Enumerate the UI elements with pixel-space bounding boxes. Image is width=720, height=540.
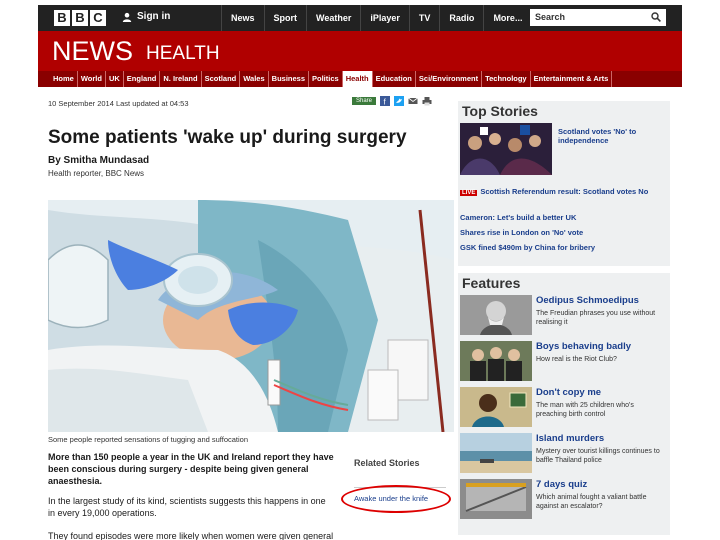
nav-news[interactable]: News — [221, 5, 264, 31]
top-story-link[interactable]: Shares rise in London on 'No' vote — [460, 228, 583, 237]
article-paragraph: They found episodes were more likely whe… — [48, 531, 334, 540]
related-stories-title: Related Stories — [354, 458, 420, 468]
article-paragraph: In the largest study of its kind, scient… — [48, 496, 326, 518]
top-story-link[interactable]: LIVE Scottish Referendum result: Scotland… — [460, 187, 666, 196]
section-nav: Home World UK England N. Ireland Scotlan… — [38, 71, 682, 87]
feature-item[interactable]: Boys behaving badly How real is the Riot… — [458, 341, 670, 389]
subnav-wales[interactable]: Wales — [240, 71, 269, 87]
feature-description: The man with 25 children who's preaching… — [536, 402, 634, 418]
bbc-logo[interactable]: B B C — [54, 10, 106, 26]
subnav-n-ireland[interactable]: N. Ireland — [160, 71, 202, 87]
feature-title: Boys behaving badly — [536, 341, 632, 352]
feature-title: Oedipus Schmoedipus — [536, 295, 639, 306]
feature-thumbnail — [460, 295, 532, 335]
nav-sport[interactable]: Sport — [263, 5, 307, 31]
article-headline: Some patients 'wake up' during surgery — [48, 127, 407, 148]
subnav-education[interactable]: Education — [373, 71, 416, 87]
email-icon[interactable] — [408, 96, 418, 106]
nav-radio[interactable]: Radio — [439, 5, 483, 31]
nav-more[interactable]: More... — [483, 5, 531, 31]
top-stories-box: Top Stories Scotland votes 'No' to indep… — [458, 101, 670, 266]
feature-thumbnail — [460, 479, 532, 519]
nav-weather[interactable]: Weather — [306, 5, 360, 31]
feature-description: The Freudian phrases you use without rea… — [536, 310, 656, 326]
crowd-photo — [460, 123, 552, 175]
nav-iplayer[interactable]: iPlayer — [360, 5, 409, 31]
features-box: Features Oedipus Schmoedipus The Freudia… — [458, 273, 670, 535]
share-bar: Share f — [352, 96, 432, 106]
feature-title: Island murders — [536, 433, 605, 444]
feature-item[interactable]: Don't copy me The man with 25 children w… — [458, 387, 670, 435]
top-story-image[interactable] — [460, 123, 552, 175]
user-icon — [122, 12, 132, 22]
search-icon[interactable] — [651, 12, 661, 22]
annotation-circle — [341, 485, 451, 513]
facebook-icon[interactable]: f — [380, 96, 391, 106]
feature-description: Which animal fought a valiant battle aga… — [536, 494, 647, 510]
top-story-lead-link[interactable]: Scotland votes 'No' to independence — [558, 127, 666, 145]
feature-thumbnail — [460, 433, 532, 473]
article-photo — [48, 200, 454, 432]
live-badge: LIVE — [460, 190, 478, 196]
feature-title: 7 days quiz — [536, 479, 588, 490]
sign-in-label: Sign in — [137, 11, 171, 22]
feature-description: Mystery over tourist killings continues … — [536, 448, 660, 464]
subnav-technology[interactable]: Technology — [482, 71, 531, 87]
subnav-politics[interactable]: Politics — [309, 71, 343, 87]
share-button[interactable]: Share — [352, 97, 377, 105]
masthead: B B C Sign in News Sport Weather iPlayer… — [38, 5, 682, 31]
bbc-news-page: B B C Sign in News Sport Weather iPlayer… — [38, 5, 682, 540]
top-nav: News Sport Weather iPlayer TV Radio More… — [221, 5, 531, 31]
feature-description: How real is the Riot Club? — [536, 356, 617, 363]
search-input[interactable]: Search — [530, 9, 666, 26]
subnav-home[interactable]: Home — [50, 71, 78, 87]
article-byline: By Smitha Mundasad — [48, 155, 150, 166]
top-story-link[interactable]: GSK fined $490m by China for bribery — [460, 243, 595, 252]
subnav-world[interactable]: World — [78, 71, 106, 87]
subnav-sci-environment[interactable]: Sci/Environment — [416, 71, 483, 87]
nav-tv[interactable]: TV — [408, 5, 440, 31]
top-story-text: Scottish Referendum result: Scotland vot… — [480, 187, 649, 196]
top-story-link[interactable]: Cameron: Let's build a better UK — [460, 213, 576, 222]
subnav-health[interactable]: Health — [342, 71, 373, 87]
sign-in-link[interactable]: Sign in — [122, 11, 170, 22]
logo-letter: B — [54, 10, 70, 26]
logo-letter: C — [90, 10, 106, 26]
subnav-business[interactable]: Business — [269, 71, 310, 87]
subnav-england[interactable]: England — [124, 71, 161, 87]
feature-thumbnail — [460, 341, 532, 381]
article-date: 10 September 2014 Last updated at 04:53 — [48, 99, 189, 108]
feature-item[interactable]: Island murders Mystery over tourist kill… — [458, 433, 670, 481]
print-icon[interactable] — [422, 96, 432, 106]
feature-item[interactable]: 7 days quiz Which animal fought a valian… — [458, 479, 670, 527]
photo-caption: Some people reported sensations of tuggi… — [48, 435, 249, 444]
twitter-icon[interactable] — [394, 96, 405, 106]
news-title[interactable]: NEWS — [52, 36, 133, 67]
feature-item[interactable]: Oedipus Schmoedipus The Freudian phrases… — [458, 295, 670, 343]
article-intro: More than 150 people a year in the UK an… — [48, 452, 334, 486]
top-stories-title: Top Stories — [462, 103, 538, 119]
feature-thumbnail — [460, 387, 532, 427]
logo-letter: B — [72, 10, 88, 26]
search-placeholder: Search — [535, 12, 566, 22]
subnav-uk[interactable]: UK — [106, 71, 124, 87]
author-role: Health reporter, BBC News — [48, 169, 145, 178]
subnav-scotland[interactable]: Scotland — [202, 71, 241, 87]
surgery-illustration — [48, 200, 454, 432]
section-banner: NEWS HEALTH — [38, 31, 682, 71]
feature-title: Don't copy me — [536, 387, 602, 398]
section-subtitle[interactable]: HEALTH — [146, 43, 220, 65]
subnav-entertainment[interactable]: Entertainment & Arts — [531, 71, 613, 87]
features-title: Features — [462, 275, 521, 291]
